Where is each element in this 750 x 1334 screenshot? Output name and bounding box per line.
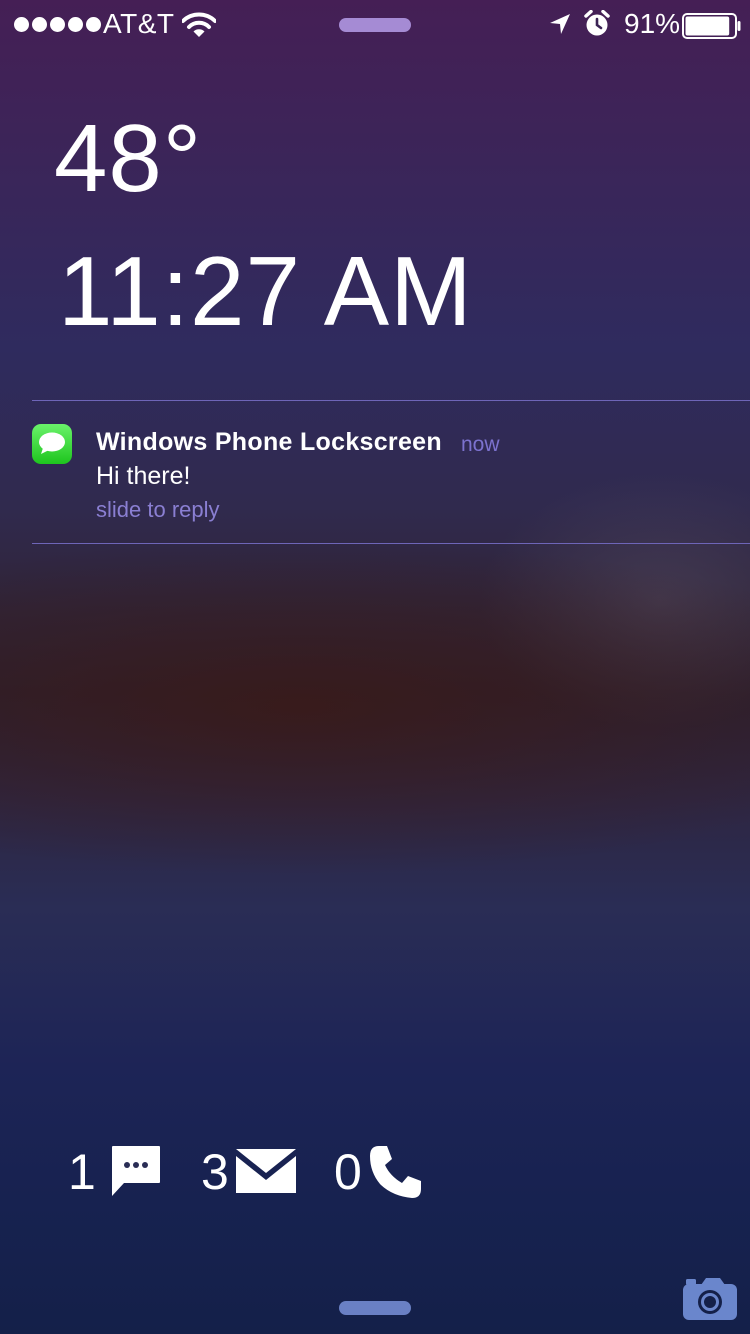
notification-title: Windows Phone Lockscreen	[96, 428, 442, 456]
messages-icon	[32, 424, 72, 464]
control-center-grabber[interactable]	[339, 1301, 411, 1315]
location-arrow-icon	[548, 12, 572, 41]
mail-count: 3	[201, 1144, 229, 1200]
message-count: 1	[68, 1144, 96, 1200]
notification-body: Hi there!	[96, 462, 191, 490]
phone-handset-icon	[368, 1144, 424, 1205]
divider	[32, 543, 750, 544]
notification-center-grabber[interactable]	[339, 18, 411, 32]
battery-percentage: 91%	[624, 8, 681, 39]
alarm-clock-icon	[584, 9, 610, 43]
signal-dots-icon	[14, 17, 101, 32]
battery-icon	[682, 13, 742, 44]
wifi-icon	[181, 12, 217, 43]
camera-icon[interactable]	[682, 1277, 738, 1326]
temperature: 48°	[54, 105, 203, 212]
status-bar: AT&T 91%	[0, 0, 750, 48]
call-count: 0	[334, 1144, 362, 1200]
mail-envelope-icon	[236, 1149, 296, 1198]
clock-time: 11:27 AM	[58, 236, 473, 346]
notification-card[interactable]: Windows Phone Lockscreen now Hi there! s…	[0, 401, 750, 543]
lockscreen-counters: 1 3 0	[0, 1140, 750, 1200]
carrier-name: AT&T	[103, 8, 175, 39]
message-bubble-icon	[110, 1144, 162, 1201]
notification-time: now	[461, 433, 500, 456]
slide-to-reply[interactable]: slide to reply	[96, 497, 220, 523]
